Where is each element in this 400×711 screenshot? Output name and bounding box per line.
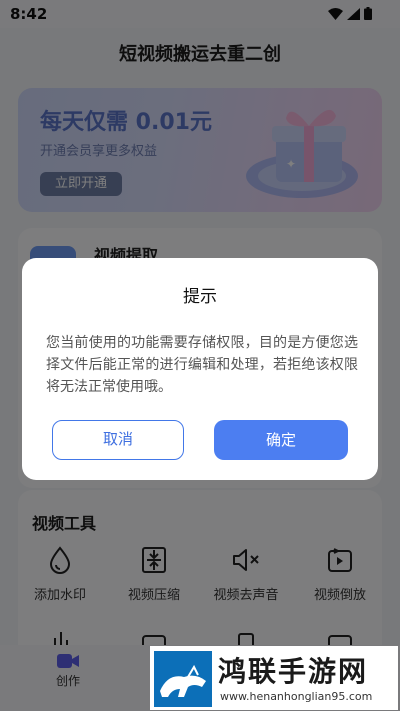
cancel-button[interactable]: 取消	[52, 420, 184, 460]
dialog-message: 您当前使用的功能需要存储权限，目的是方便您选择文件后能正常的进行编辑和处理，若拒…	[46, 335, 358, 395]
site-watermark: 鸿联手游网 www.henanhonglian95.com	[150, 646, 398, 710]
bull-logo-icon	[154, 651, 212, 707]
watermark-url: www.henanhonglian95.com	[220, 690, 373, 703]
dialog-title: 提示	[183, 287, 217, 307]
confirm-button[interactable]: 确定	[214, 420, 348, 460]
permission-dialog: 提示 您当前使用的功能需要存储权限，目的是方便您选择文件后能正常的进行编辑和处理…	[22, 258, 378, 480]
watermark-name: 鸿联手游网	[218, 655, 369, 688]
